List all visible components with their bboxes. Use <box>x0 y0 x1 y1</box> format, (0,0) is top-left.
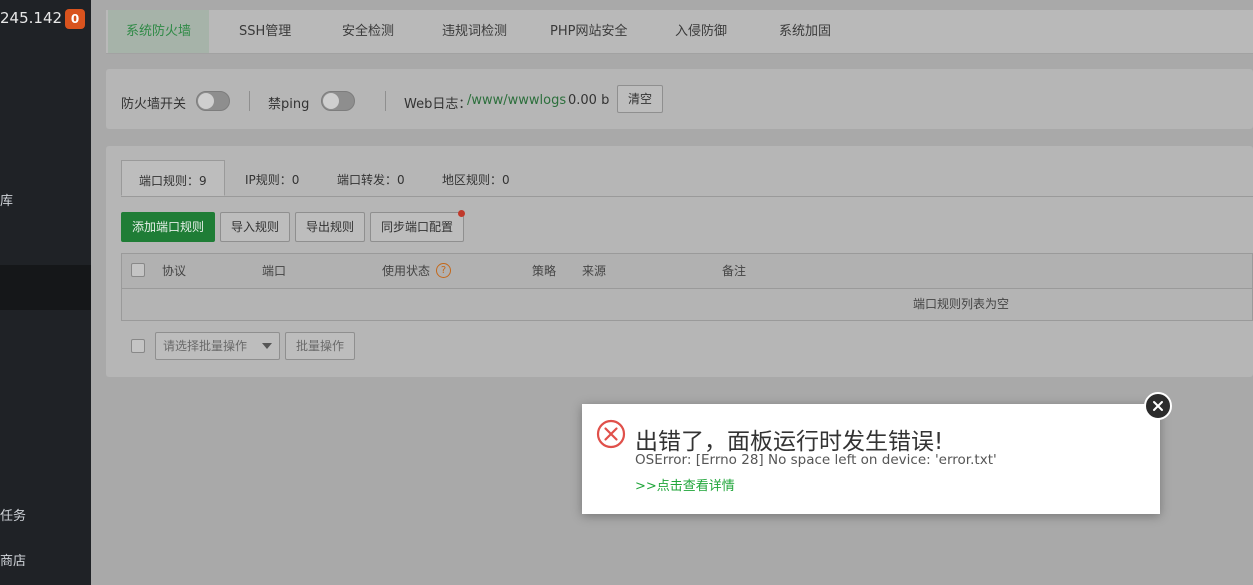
sidebar-item-security[interactable] <box>0 265 91 310</box>
chevron-down-icon <box>262 343 272 349</box>
error-title: 出错了，面板运行时发生错误! <box>635 429 944 455</box>
col-status: 使用状态 <box>382 264 431 278</box>
sidebar: 245.142 0 库 任务 商店 <box>0 0 91 585</box>
new-indicator-dot <box>458 210 465 217</box>
empty-row: 端口规则列表为空 <box>122 288 1252 321</box>
rule-subtabs: 端口规则：9 IP规则：0 端口转发：0 地区规则：0 <box>121 160 1253 197</box>
tab-system-firewall[interactable]: 系统防火墙 <box>108 10 210 53</box>
ping-switch[interactable] <box>321 91 355 111</box>
batch-action-button[interactable]: 批量操作 <box>285 332 355 360</box>
firewall-settings: 防火墙开关 禁ping Web日志： /www/wwwlogs 0.00 b 清… <box>106 69 1253 129</box>
col-source: 来源 <box>582 264 607 278</box>
subtab-ip-rules[interactable]: IP规则：0 <box>245 160 299 196</box>
batch-select-placeholder: 请选择批量操作 <box>163 339 248 353</box>
subtab-port-forward[interactable]: 端口转发：0 <box>337 160 405 196</box>
ping-label: 禁ping <box>268 97 310 112</box>
tab-intrusion[interactable]: 入侵防御 <box>675 10 727 53</box>
security-tabs: 系统防火墙 SSH管理 安全检测 违规词检测 PHP网站安全 入侵防御 系统加固 <box>106 10 1253 54</box>
col-port: 端口 <box>262 264 287 278</box>
col-remark: 备注 <box>722 264 747 278</box>
error-icon <box>596 419 626 449</box>
weblog-size: 0.00 b <box>568 93 610 108</box>
sidebar-item-store[interactable]: 商店 <box>0 550 26 569</box>
weblog-label: Web日志： <box>404 97 472 112</box>
error-details-link[interactable]: >>点击查看详情 <box>635 475 735 494</box>
clear-log-button[interactable]: 清空 <box>617 85 663 113</box>
error-message: OSError: [Errno 28] No space left on dev… <box>635 452 997 468</box>
server-ip: 245.142 <box>0 9 63 27</box>
sidebar-item-cron[interactable]: 任务 <box>0 505 26 524</box>
subtab-region-rules[interactable]: 地区规则：0 <box>442 160 510 196</box>
subtab-port-rules[interactable]: 端口规则：9 <box>121 160 225 196</box>
sync-port-config-button[interactable]: 同步端口配置 <box>370 212 464 242</box>
sidebar-item-database[interactable]: 库 <box>0 190 13 209</box>
tab-php-security[interactable]: PHP网站安全 <box>550 10 627 53</box>
export-rules-button[interactable]: 导出规则 <box>295 212 365 242</box>
tab-ssh[interactable]: SSH管理 <box>239 10 291 53</box>
error-dialog: 出错了，面板运行时发生错误! OSError: [Errno 28] No sp… <box>582 404 1160 514</box>
col-policy: 策略 <box>532 264 557 278</box>
table-header: 协议 端口 使用状态 ? 策略 来源 备注 <box>122 254 1252 289</box>
col-protocol: 协议 <box>162 264 187 278</box>
add-port-rule-button[interactable]: 添加端口规则 <box>121 212 215 242</box>
empty-message: 端口规则列表为空 <box>913 297 1010 311</box>
close-icon[interactable] <box>1144 392 1172 420</box>
batch-select-checkbox[interactable] <box>131 339 145 353</box>
tab-security-scan[interactable]: 安全检测 <box>342 10 394 53</box>
help-icon[interactable]: ? <box>436 263 451 278</box>
firewall-switch-label: 防火墙开关 <box>121 97 187 112</box>
divider <box>385 91 386 111</box>
tab-hardening[interactable]: 系统加固 <box>779 10 831 53</box>
tab-word-check[interactable]: 违规词检测 <box>442 10 507 53</box>
divider <box>249 91 250 111</box>
port-rules-table: 协议 端口 使用状态 ? 策略 来源 备注 端口规则列表为空 <box>121 253 1253 321</box>
batch-action-select[interactable]: 请选择批量操作 <box>155 332 280 360</box>
import-rules-button[interactable]: 导入规则 <box>220 212 290 242</box>
firewall-switch[interactable] <box>196 91 230 111</box>
notification-badge[interactable]: 0 <box>65 9 85 29</box>
select-all-checkbox[interactable] <box>131 263 145 277</box>
weblog-path-link[interactable]: /www/wwwlogs <box>467 93 566 108</box>
